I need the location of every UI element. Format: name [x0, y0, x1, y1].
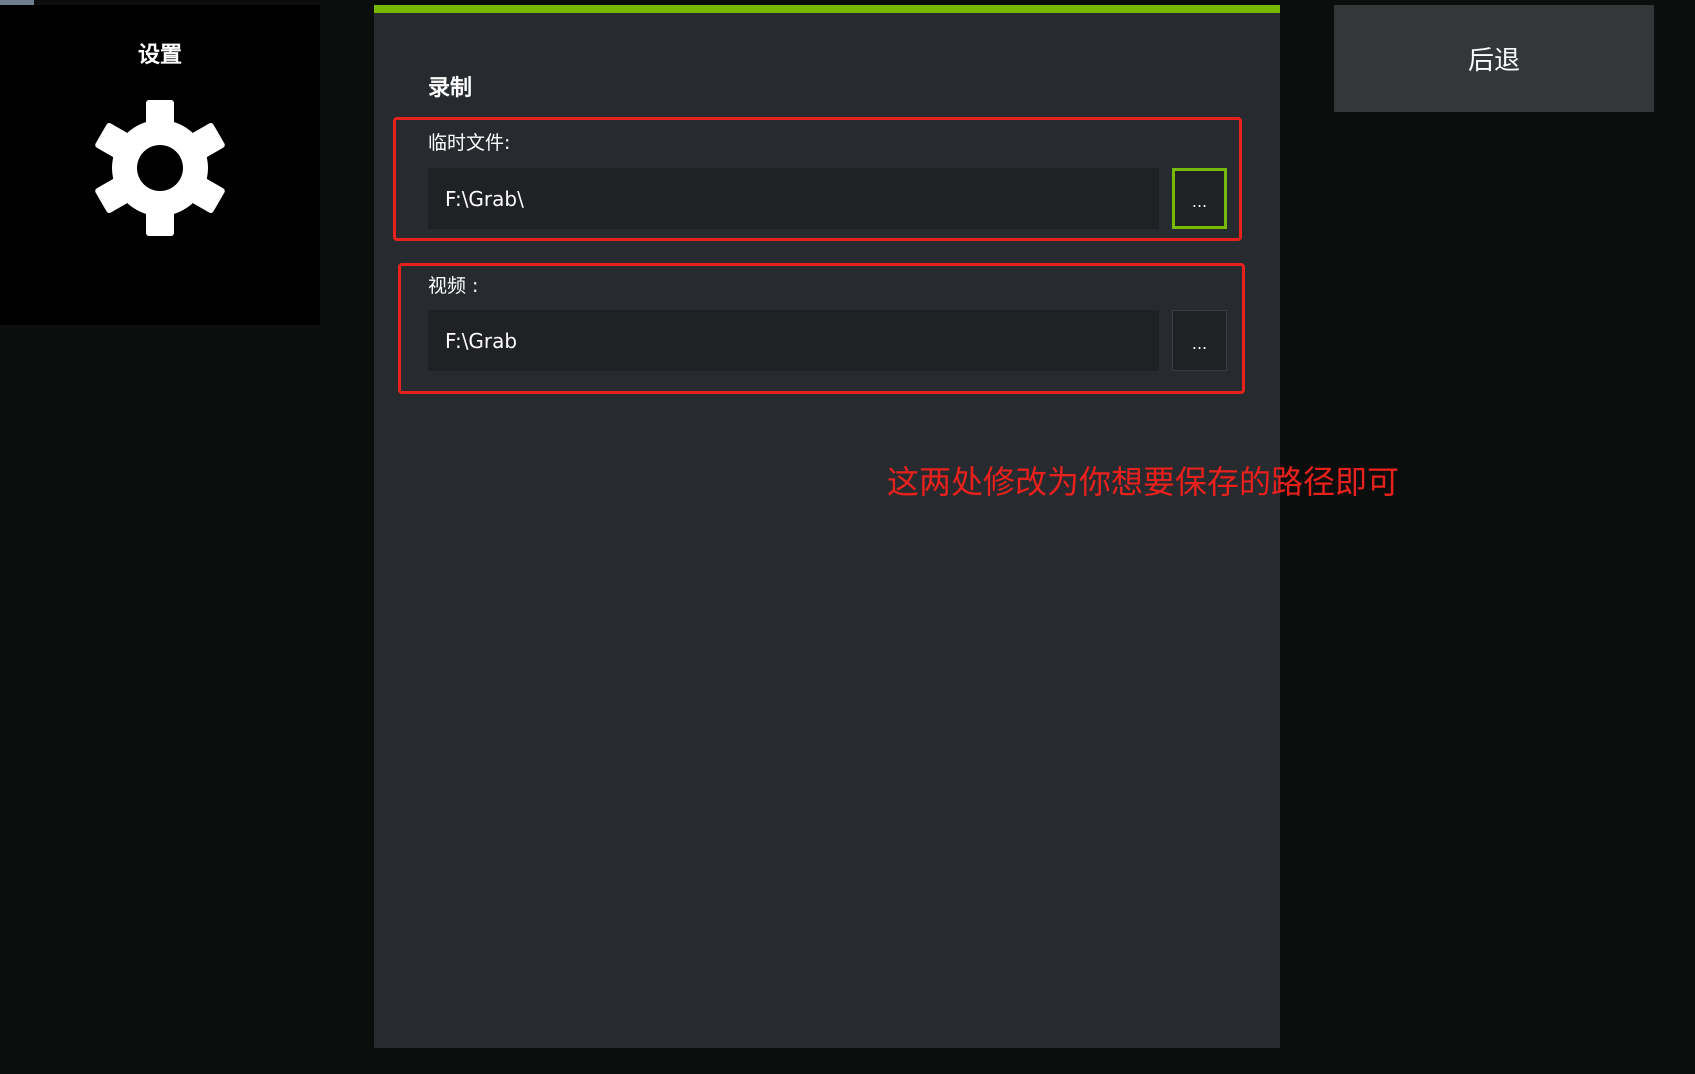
back-button[interactable]: 后退 — [1334, 5, 1654, 112]
temp-files-path-input[interactable] — [428, 168, 1159, 229]
gear-icon — [95, 100, 225, 236]
video-label: 视频 : — [428, 275, 479, 297]
video-browse-button[interactable]: ... — [1172, 310, 1227, 371]
annotation-text: 这两处修改为你想要保存的路径即可 — [887, 463, 1400, 501]
section-title: 录制 — [428, 76, 473, 101]
temp-files-browse-button[interactable]: ... — [1172, 168, 1227, 229]
settings-title: 设置 — [137, 43, 182, 68]
temp-files-label: 临时文件: — [428, 132, 511, 154]
recording-settings-panel — [374, 5, 1280, 1048]
video-path-input[interactable] — [428, 310, 1159, 371]
settings-tile: 设置 — [0, 5, 320, 325]
